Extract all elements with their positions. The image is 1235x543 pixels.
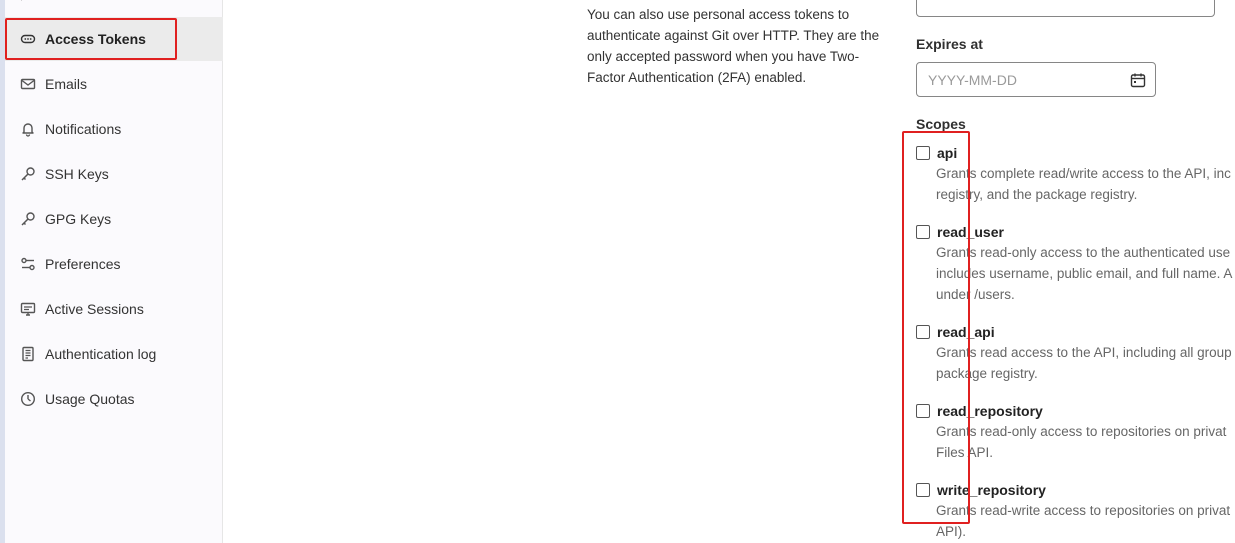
scope-description: Grants read access to the API, including… xyxy=(936,345,1232,381)
calendar-icon[interactable] xyxy=(1130,72,1146,88)
sidebar-item-label: Authentication log xyxy=(45,346,157,362)
sidebar-item-active-sessions[interactable]: Active Sessions xyxy=(5,287,223,331)
scope-name: read_repository xyxy=(937,403,1043,419)
bell-icon xyxy=(19,120,37,138)
scope-description: Grants read-only access to repositories … xyxy=(936,424,1227,460)
sidebar-item-label: Access Tokens xyxy=(45,31,146,47)
scope-name: api xyxy=(937,145,958,161)
scope-checkbox-api[interactable] xyxy=(916,146,930,160)
sidebar-item-access-tokens[interactable]: Access Tokens xyxy=(5,17,223,61)
sidebar-item-label: Notifications xyxy=(45,121,122,137)
key-icon xyxy=(19,210,37,228)
scope-checkbox-read-user[interactable] xyxy=(916,225,930,239)
sidebar-item-preferences[interactable]: Preferences xyxy=(5,242,223,286)
scope-name: read_user xyxy=(937,224,1004,240)
sidebar-item-label: Preferences xyxy=(45,256,121,272)
scope-name: read_api xyxy=(937,324,995,340)
envelope-icon xyxy=(19,75,37,93)
scope-checkbox-read-repository[interactable] xyxy=(916,404,930,418)
sidebar-item-label: GPG Keys xyxy=(45,211,112,227)
log-icon xyxy=(19,345,37,363)
token-name-input[interactable] xyxy=(916,0,1215,17)
monitor-icon xyxy=(19,300,37,318)
access-token-help-text: You can also use personal access tokens … xyxy=(587,7,880,85)
scope-description: Grants read-only access to the authentic… xyxy=(936,245,1233,302)
scope-name: write_repository xyxy=(937,482,1046,498)
scope-description: Grants complete read/write access to the… xyxy=(936,166,1231,202)
sidebar-item-label: SSH Keys xyxy=(45,166,109,182)
expires-at-label: Expires at xyxy=(916,36,983,52)
scope-read-user: read_user Grants read-only access to the… xyxy=(916,224,1235,305)
preferences-icon xyxy=(19,255,37,273)
key-icon xyxy=(19,165,37,183)
expires-at-date-input[interactable]: YYYY-MM-DD xyxy=(916,62,1156,97)
sidebar-item-ssh-keys[interactable]: SSH Keys xyxy=(5,152,223,196)
scope-description: Grants read-write access to repositories… xyxy=(936,503,1231,539)
date-placeholder: YYYY-MM-DD xyxy=(928,71,1017,88)
sidebar-item-emails[interactable]: Emails xyxy=(5,62,223,106)
sidebar-item-label: Active Sessions xyxy=(45,301,144,317)
scope-read-api: read_api Grants read access to the API, … xyxy=(916,324,1235,384)
quota-icon xyxy=(19,390,37,408)
scopes-label: Scopes xyxy=(916,116,966,132)
sidebar-item-usage-quotas[interactable]: Usage Quotas xyxy=(5,377,223,421)
scope-checkbox-write-repository[interactable] xyxy=(916,483,930,497)
sidebar-item-authentication-log[interactable]: Authentication log xyxy=(5,332,223,376)
scope-read-repository: read_repository Grants read-only access … xyxy=(916,403,1235,463)
settings-sidebar: Access Tokens Emails Notifications SSH K… xyxy=(5,0,223,543)
sidebar-item-notifications[interactable]: Notifications xyxy=(5,107,223,151)
scope-write-repository: write_repository Grants read-write acces… xyxy=(916,482,1235,542)
scope-api: api Grants complete read/write access to… xyxy=(916,145,1235,205)
scope-checkbox-read-api[interactable] xyxy=(916,325,930,339)
partial-icon xyxy=(21,0,23,1)
sidebar-item-label: Usage Quotas xyxy=(45,391,135,407)
sidebar-item-gpg-keys[interactable]: GPG Keys xyxy=(5,197,223,241)
token-icon xyxy=(19,30,37,48)
sidebar-item-label: Emails xyxy=(45,76,88,92)
